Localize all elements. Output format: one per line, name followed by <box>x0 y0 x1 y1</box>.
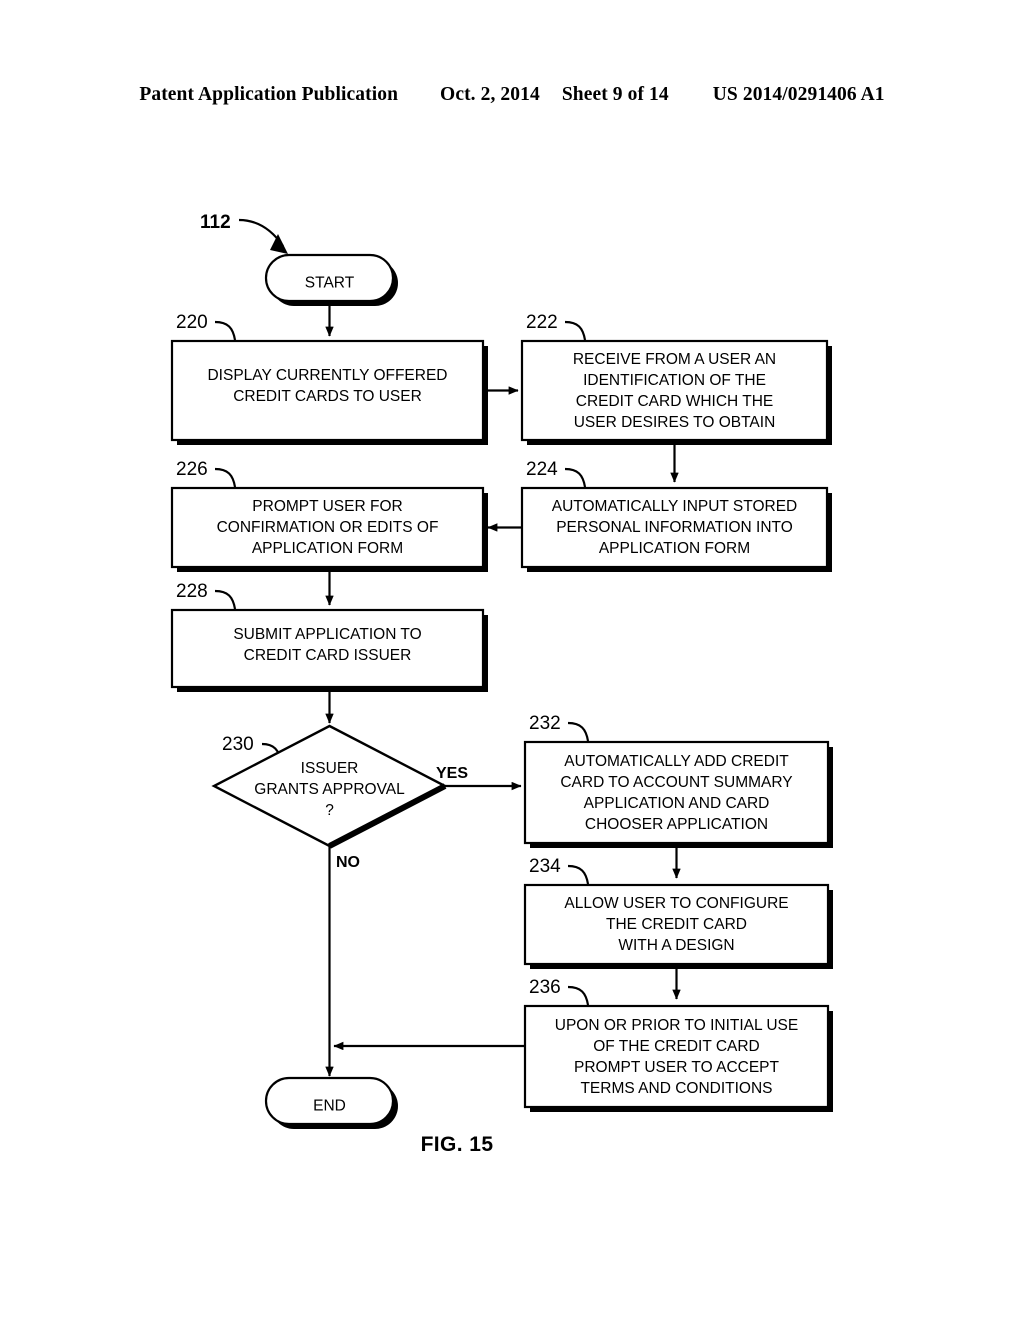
header-publication-label: Patent Application Publication <box>139 84 399 105</box>
process-box-234-line-1: ALLOW USER TO CONFIGURE <box>564 895 788 912</box>
process-box-222-line-1: RECEIVE FROM A USER AN <box>573 351 776 368</box>
figure-caption: FIG. 15 <box>0 1133 1024 1157</box>
process-box-220-line-2: CREDIT CARDS TO USER <box>233 388 422 405</box>
process-box-236: 236 UPON OR PRIOR TO INITIAL USE OF THE … <box>523 977 833 1112</box>
decision-diamond-230: 230 ISSUER GRANTS APPROVAL ? <box>211 724 448 849</box>
terminal-start-label: START <box>305 275 355 292</box>
process-box-236-line-2: OF THE CREDIT CARD <box>593 1038 760 1055</box>
diagram-ref-112-label: 112 <box>200 212 231 233</box>
process-box-224-line-2: PERSONAL INFORMATION INTO <box>556 519 793 536</box>
flowchart-figure: 112 START 220 DISPLAY CURRENTLY OFFERED … <box>0 150 1024 1210</box>
ref-label-232: 232 <box>529 713 561 734</box>
branch-label-no: NO <box>336 854 360 871</box>
diagram-ref-112: 112 <box>200 212 288 254</box>
process-box-226-line-3: APPLICATION FORM <box>252 540 403 557</box>
ref-label-236: 236 <box>529 977 561 998</box>
terminal-start: START <box>264 253 398 306</box>
process-box-232-line-4: CHOOSER APPLICATION <box>585 816 768 833</box>
page-header: Patent Application Publication Oct. 2, 2… <box>0 84 1024 106</box>
process-box-222-line-3: CREDIT CARD WHICH THE <box>576 393 774 410</box>
process-box-222: 222 RECEIVE FROM A USER AN IDENTIFICATIO… <box>520 312 832 445</box>
process-box-226: 226 PROMPT USER FOR CONFIRMATION OR EDIT… <box>170 459 488 572</box>
ref-label-220: 220 <box>176 312 208 333</box>
process-box-220-line-1: DISPLAY CURRENTLY OFFERED <box>207 367 447 384</box>
ref-label-224: 224 <box>526 459 558 480</box>
terminal-end: END <box>264 1076 398 1129</box>
process-box-232-line-1: AUTOMATICALLY ADD CREDIT <box>564 753 789 770</box>
ref-label-234: 234 <box>529 856 561 877</box>
process-box-224-line-1: AUTOMATICALLY INPUT STORED <box>552 498 797 515</box>
ref-label-222: 222 <box>526 312 558 333</box>
process-box-224: 224 AUTOMATICALLY INPUT STORED PERSONAL … <box>520 459 832 572</box>
terminal-end-label: END <box>313 1098 346 1115</box>
process-box-236-line-1: UPON OR PRIOR TO INITIAL USE <box>555 1017 798 1034</box>
process-box-232-line-3: APPLICATION AND CARD <box>584 795 770 812</box>
process-box-236-line-3: PROMPT USER TO ACCEPT <box>574 1059 780 1076</box>
branch-label-yes: YES <box>436 765 468 782</box>
decision-230-line-3: ? <box>325 802 334 819</box>
process-box-236-line-4: TERMS AND CONDITIONS <box>580 1080 772 1097</box>
process-box-222-line-2: IDENTIFICATION OF THE <box>583 372 766 389</box>
process-box-228-line-1: SUBMIT APPLICATION TO <box>233 626 421 643</box>
process-box-232: 232 AUTOMATICALLY ADD CREDIT CARD TO ACC… <box>523 713 833 848</box>
process-box-228-line-2: CREDIT CARD ISSUER <box>244 647 412 664</box>
header-patent-number-label: US 2014/0291406 A1 <box>712 84 885 105</box>
decision-230-line-1: ISSUER <box>301 760 359 777</box>
header-date-label: Oct. 2, 2014 <box>440 84 540 105</box>
process-box-224-line-3: APPLICATION FORM <box>599 540 750 557</box>
process-box-234: 234 ALLOW USER TO CONFIGURE THE CREDIT C… <box>523 856 833 969</box>
ref-label-228: 228 <box>176 581 208 602</box>
process-box-226-line-2: CONFIRMATION OR EDITS OF <box>217 519 439 536</box>
decision-230-line-2: GRANTS APPROVAL <box>254 781 405 798</box>
process-box-234-line-2: THE CREDIT CARD <box>606 916 747 933</box>
patent-page: Patent Application Publication Oct. 2, 2… <box>0 0 1024 1320</box>
figure-caption-label: FIG. 15 <box>420 1133 494 1156</box>
process-box-234-line-3: WITH A DESIGN <box>618 937 734 954</box>
header-sheet-label: Sheet 9 of 14 <box>561 84 669 105</box>
ref-label-230: 230 <box>222 734 254 755</box>
process-box-232-line-2: CARD TO ACCOUNT SUMMARY <box>560 774 792 791</box>
process-box-226-line-1: PROMPT USER FOR <box>252 498 402 515</box>
process-box-222-line-4: USER DESIRES TO OBTAIN <box>574 414 776 431</box>
ref-label-226: 226 <box>176 459 208 480</box>
